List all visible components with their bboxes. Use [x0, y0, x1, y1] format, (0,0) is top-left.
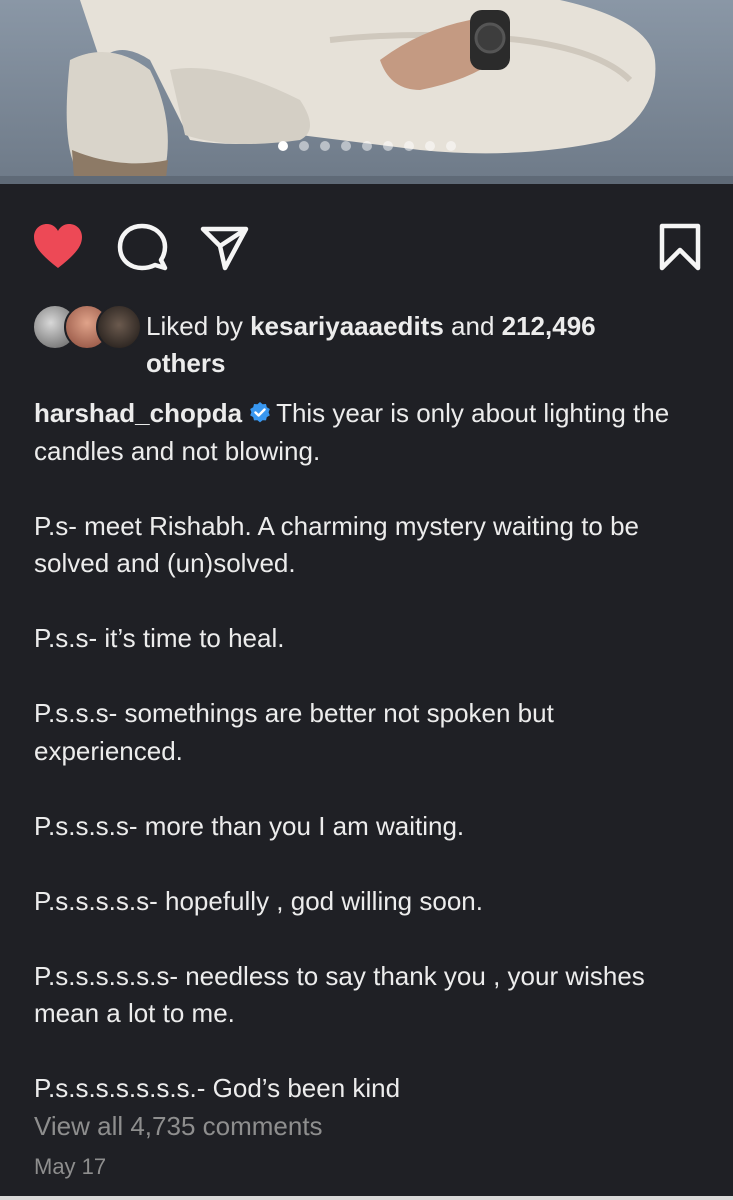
carousel-dot [341, 141, 351, 151]
post-caption: harshad_chopda This year is only about li… [34, 395, 704, 1145]
caption-paragraph: P.s.s- it’s time to heal. [34, 623, 285, 653]
carousel-dot [362, 141, 372, 151]
likes-count[interactable]: 212,496 [502, 311, 596, 341]
avatar [96, 304, 142, 350]
likes-middle: and [443, 311, 502, 341]
verified-badge-icon [250, 402, 270, 423]
likes-prefix: Liked by [146, 311, 251, 341]
carousel-dot [446, 141, 456, 151]
caption-paragraph: P.s.s.s.s.s.s.s.- God’s been kind [34, 1073, 401, 1103]
carousel-dot [383, 141, 393, 151]
paper-plane-icon [200, 226, 249, 271]
photo-illustration [0, 0, 733, 184]
carousel-dot [425, 141, 435, 151]
like-button[interactable] [30, 220, 86, 276]
save-button[interactable] [652, 220, 708, 276]
caption-paragraph: P.s.s.s.s.s- hopefully , god willing soo… [34, 885, 483, 916]
carousel-dot [404, 141, 414, 151]
heart-filled-icon [34, 224, 82, 268]
caption-paragraph: P.s.s.s.s- more than you I am waiting. [34, 810, 465, 841]
caption-first-paragraph: harshad_chopda This year is only about li… [34, 395, 704, 470]
post-action-bar [0, 220, 733, 276]
caption-paragraph: P.s.s.s.s.s.s- needless to say thank you… [34, 960, 645, 1029]
carousel-dot [278, 141, 288, 151]
likes-suffix[interactable]: others [146, 348, 225, 378]
liker-avatars[interactable] [32, 304, 142, 350]
bottom-divider [0, 1196, 733, 1200]
post-date: May 17 [34, 1154, 107, 1179]
liker-username[interactable]: kesariyaaaedits [250, 311, 444, 341]
share-button[interactable] [198, 220, 254, 276]
caption-username[interactable]: harshad_chopda [34, 398, 242, 428]
post-photo[interactable] [0, 0, 733, 184]
carousel-dot [299, 141, 309, 151]
view-all-comments-link[interactable]: View all 4,735 comments [34, 1111, 323, 1142]
caption-paragraph: P.s- meet Rishabh. A charming mystery wa… [34, 510, 640, 579]
likes-summary: Liked by kesariyaaaedits and 212,496 othe… [32, 302, 712, 380]
bookmark-icon [659, 223, 701, 271]
caption-paragraph: P.s.s.s- somethings are better not spoke… [34, 698, 554, 766]
comment-button[interactable] [115, 220, 171, 276]
carousel-dot [320, 141, 330, 151]
likes-text[interactable]: Liked by kesariyaaaedits and 212,496 othe… [146, 308, 706, 382]
comment-icon [117, 223, 168, 271]
carousel-indicator [0, 138, 733, 154]
